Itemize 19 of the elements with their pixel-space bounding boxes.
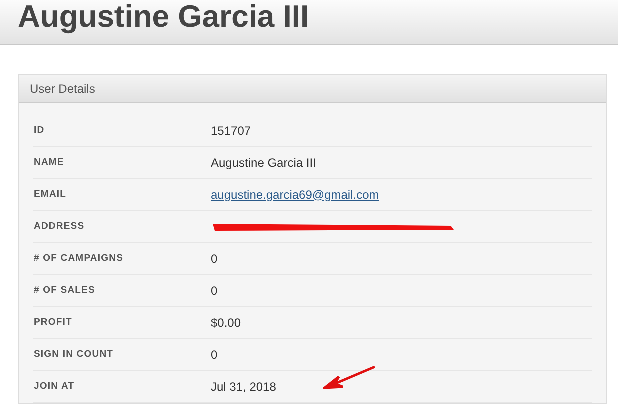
field-value: $0.00 <box>211 316 242 330</box>
field-value: 151707 <box>211 124 252 138</box>
field-value: 0 <box>211 284 218 298</box>
field-value: Augustine Garcia III <box>211 156 316 170</box>
field-value: 0 <box>211 348 218 362</box>
field-label: # OF CAMPAIGNS <box>34 253 125 264</box>
field-value: 0 <box>211 252 218 266</box>
field-label: PROFIT <box>34 317 74 328</box>
email-link[interactable]: augustine.garcia69@gmail.com <box>211 188 380 202</box>
field-label: ADDRESS <box>34 221 86 232</box>
panel-title: User Details <box>30 82 96 96</box>
field-label: ID <box>34 125 46 136</box>
page-title: Augustine Garcia III <box>18 0 310 36</box>
field-label: NAME <box>34 157 66 168</box>
field-label: # OF SALES <box>34 285 96 296</box>
field-label: JOIN AT <box>34 381 76 392</box>
field-value: Jul 31, 2018 <box>211 380 276 394</box>
field-label: EMAIL <box>34 189 68 200</box>
field-label: SIGN IN COUNT <box>34 349 115 360</box>
